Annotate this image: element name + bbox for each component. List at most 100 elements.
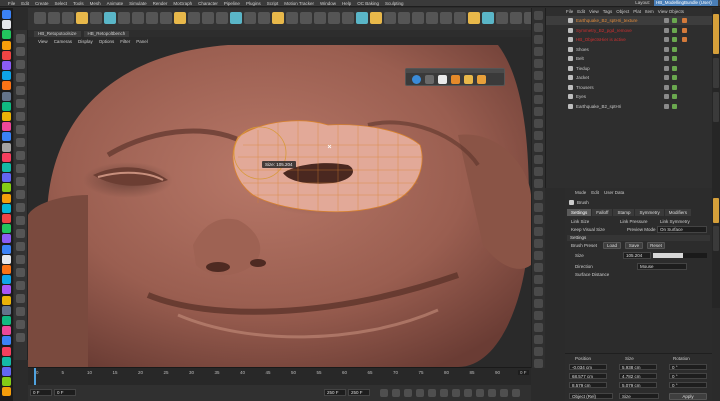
- toolbar-tool-icon[interactable]: [202, 12, 214, 24]
- viewport-menu-cameras[interactable]: Cameras: [54, 39, 72, 44]
- sculpt-brush-icon[interactable]: [534, 239, 543, 248]
- toolbar-tool-icon[interactable]: [328, 12, 340, 24]
- sculpt-brush-icon[interactable]: [534, 71, 543, 80]
- dock-app-icon[interactable]: [2, 377, 11, 387]
- toolbar-tool-icon[interactable]: [230, 12, 242, 24]
- toolbar-tool-icon[interactable]: [300, 12, 312, 24]
- tab-falloff[interactable]: Falloff: [592, 209, 613, 216]
- left-tool-icon[interactable]: [16, 229, 25, 238]
- sculpt-brush-icon[interactable]: [534, 47, 543, 56]
- toolbar-tool-icon[interactable]: [188, 12, 200, 24]
- left-tool-icon[interactable]: [16, 86, 25, 95]
- dock-app-icon[interactable]: [2, 265, 11, 274]
- sculpt-brush-icon[interactable]: [534, 59, 543, 68]
- left-tool-icon[interactable]: [16, 216, 25, 225]
- keep-visual-size-checkbox[interactable]: Keep Visual Size: [571, 227, 605, 232]
- menu-item-character[interactable]: Character: [198, 1, 218, 6]
- viewport-menu-view[interactable]: View: [38, 39, 48, 44]
- playback-control-icon[interactable]: [464, 389, 472, 397]
- toolbar-tool-icon[interactable]: [244, 12, 256, 24]
- visibility-icon[interactable]: [664, 65, 669, 71]
- menu-item-motion-tracker[interactable]: Motion Tracker: [284, 1, 314, 6]
- left-tool-icon[interactable]: [16, 320, 25, 329]
- sculpt-brush-icon[interactable]: [534, 335, 543, 344]
- visibility-icon[interactable]: [664, 56, 669, 61]
- tab-settings[interactable]: Settings: [567, 209, 592, 216]
- visibility-icon[interactable]: [664, 94, 669, 99]
- object-menu-view-objects[interactable]: View Objects: [658, 9, 684, 14]
- sculpt-brush-icon[interactable]: [534, 131, 543, 140]
- 3d-viewport[interactable]: [28, 45, 531, 367]
- object-name[interactable]: HB_ObjectsHier is active: [576, 37, 686, 42]
- left-tool-icon[interactable]: [16, 307, 25, 316]
- rotation-field[interactable]: 0 °: [669, 373, 707, 379]
- toolbar-tool-icon[interactable]: [174, 12, 186, 24]
- left-tool-icon[interactable]: [16, 242, 25, 251]
- viewport-menu-filter[interactable]: Filter: [120, 39, 130, 44]
- rotation-field[interactable]: 0 °: [669, 382, 707, 388]
- position-field[interactable]: 68.577 cm: [569, 373, 607, 379]
- toolbar-tool-icon[interactable]: [104, 12, 116, 24]
- sculpt-brush-icon[interactable]: [534, 83, 543, 92]
- sculpt-brush-icon[interactable]: [534, 287, 543, 296]
- playback-control-icon[interactable]: [428, 389, 436, 397]
- dock-app-icon[interactable]: [2, 142, 11, 152]
- viewport-menu-options[interactable]: Options: [99, 39, 115, 44]
- sculpt-brush-icon[interactable]: [534, 35, 543, 44]
- load-button[interactable]: Load: [603, 242, 621, 249]
- toolbar-tool-icon[interactable]: [216, 12, 228, 24]
- sculpt-brush-icon[interactable]: [534, 251, 543, 260]
- sculpt-brush-icon[interactable]: [534, 143, 543, 152]
- dock-app-icon[interactable]: [2, 275, 11, 285]
- left-tool-icon[interactable]: [16, 47, 25, 56]
- surface-distance-checkbox[interactable]: Surface Distance: [575, 272, 609, 277]
- toolbar-tool-icon[interactable]: [132, 12, 144, 24]
- sculpt-brush-icon[interactable]: [534, 23, 543, 32]
- dock-app-icon[interactable]: [2, 81, 11, 91]
- check-icon[interactable]: [672, 18, 677, 23]
- left-tool-icon[interactable]: [16, 255, 25, 264]
- timeline[interactable]: 0 F 0 5 10 15 20 25 30 35 40 45 50 55 60 65 70 75 80 85 90: [28, 367, 531, 385]
- object-name[interactable]: Shoes: [576, 47, 686, 52]
- dock-app-icon[interactable]: [2, 387, 11, 397]
- dock-app-icon[interactable]: [2, 285, 11, 295]
- playback-control-icon[interactable]: [404, 389, 412, 397]
- check-icon[interactable]: [672, 84, 677, 90]
- playback-control-icon[interactable]: [512, 389, 520, 397]
- vtab-content[interactable]: [713, 92, 719, 122]
- sculpt-brush-icon[interactable]: [534, 311, 543, 320]
- check-icon[interactable]: [672, 37, 677, 42]
- playback-control-icon[interactable]: [452, 389, 460, 397]
- toolbar-tool-icon[interactable]: [314, 12, 326, 24]
- sculpt-brush-icon[interactable]: [534, 119, 543, 128]
- dock-app-icon[interactable]: [2, 346, 11, 356]
- current-frame-field[interactable]: 0 F: [518, 370, 529, 375]
- dock-app-icon[interactable]: [2, 71, 11, 81]
- toolbar-tool-icon[interactable]: [342, 12, 354, 24]
- playhead[interactable]: [34, 368, 36, 385]
- left-tool-icon[interactable]: [16, 281, 25, 290]
- playback-control-icon[interactable]: [440, 389, 448, 397]
- dock-app-icon[interactable]: [2, 336, 11, 346]
- visibility-icon[interactable]: [664, 46, 669, 52]
- sculpt-brush-icon[interactable]: [534, 107, 543, 116]
- toolbar-tool-icon[interactable]: [90, 12, 102, 24]
- object-menu-view[interactable]: View: [589, 9, 599, 14]
- visibility-icon[interactable]: [664, 18, 669, 23]
- object-name[interactable]: Trousers: [576, 85, 686, 90]
- dock-app-icon[interactable]: [2, 224, 11, 234]
- sculpt-brush-icon[interactable]: [534, 215, 543, 224]
- toolbar-tool-icon[interactable]: [510, 12, 522, 24]
- layout-dropdown[interactable]: HB_ModellingBundle (User): [654, 0, 718, 6]
- object-menu-item[interactable]: Item: [645, 9, 654, 14]
- dock-app-icon[interactable]: [2, 20, 11, 30]
- vtab-takes[interactable]: [713, 58, 719, 88]
- toolbar-tool-icon[interactable]: [398, 12, 410, 24]
- toolbar-tool-icon[interactable]: [146, 12, 158, 24]
- object-name[interactable]: Earthquake_B2_sptHri_texture: [576, 18, 686, 23]
- object-menu-tags[interactable]: Tags: [603, 9, 613, 14]
- playback-control-icon[interactable]: [488, 389, 496, 397]
- menu-item-render[interactable]: Render: [153, 1, 168, 6]
- start-frame-field[interactable]: 0 F: [30, 389, 52, 396]
- menu-item-create[interactable]: Create: [35, 1, 49, 6]
